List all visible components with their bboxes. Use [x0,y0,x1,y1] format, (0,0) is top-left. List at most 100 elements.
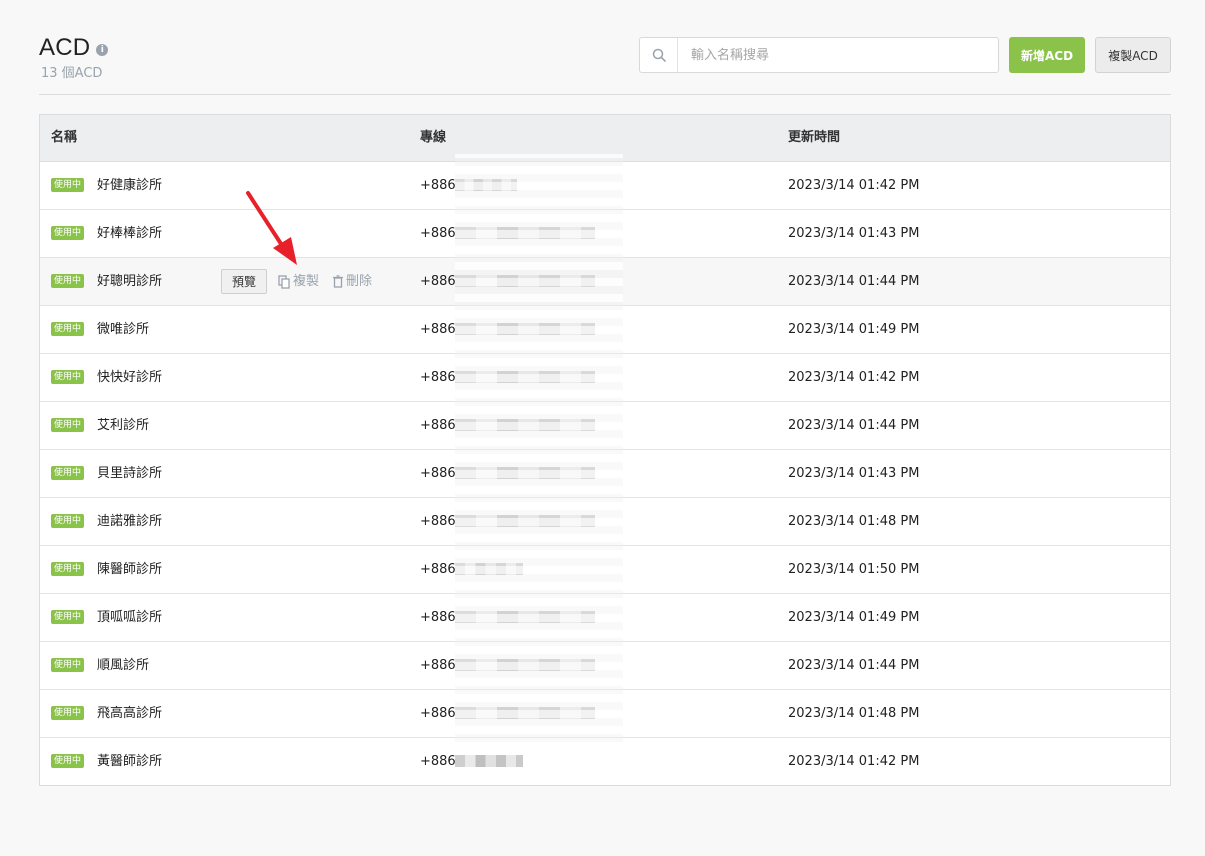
table-row[interactable]: 使用中 陳醫師診所 +886 2023/3/14 01:50 PM [40,546,1170,594]
acd-name[interactable]: 順風診所 [97,642,149,689]
line-prefix: +886 [420,658,456,673]
acd-name[interactable]: 陳醫師診所 [97,546,162,593]
updated-time: 2023/3/14 01:49 PM [788,610,920,625]
line-prefix: +886 [420,466,456,481]
status-badge: 使用中 [51,562,85,576]
line-prefix: +886 [420,706,456,721]
redacted-number [455,275,595,287]
status-badge: 使用中 [51,322,85,336]
delete-action[interactable]: 刪除 [332,258,372,305]
acd-name[interactable]: 微唯診所 [97,306,149,353]
table-row[interactable]: 使用中 頂呱呱診所 +886 2023/3/14 01:49 PM [40,594,1170,642]
acd-name[interactable]: 黃醫師診所 [97,738,162,785]
table-row[interactable]: 使用中 好健康診所 +886 2023/3/14 01:42 PM [40,162,1170,210]
status-badge: 使用中 [51,178,85,192]
redacted-number [455,179,517,191]
table-row[interactable]: 使用中 艾利診所 +886 2023/3/14 01:44 PM [40,402,1170,450]
search-box[interactable] [639,37,999,73]
redacted-number [455,467,595,479]
redacted-number [455,227,595,239]
acd-name[interactable]: 好棒棒診所 [97,210,162,257]
line-prefix: +886 [420,274,456,289]
trash-icon [333,275,343,288]
search-icon [640,38,678,72]
redacted-number [455,707,595,719]
column-header-updated[interactable]: 更新時間 [788,115,840,161]
search-input[interactable] [689,46,983,64]
delete-label: 刪除 [346,274,373,289]
redacted-number [455,419,595,431]
updated-time: 2023/3/14 01:50 PM [788,562,920,577]
updated-time: 2023/3/14 01:43 PM [788,226,920,241]
page-title: ACD [39,34,91,61]
updated-time: 2023/3/14 01:44 PM [788,658,920,673]
updated-time: 2023/3/14 01:44 PM [788,274,920,289]
acd-name[interactable]: 快快好診所 [97,354,162,401]
preview-button[interactable]: 預覽 [221,269,267,294]
table-row[interactable]: 使用中 快快好診所 +886 2023/3/14 01:42 PM [40,354,1170,402]
status-badge: 使用中 [51,658,85,672]
line-prefix: +886 [420,562,456,577]
line-prefix: +886 [420,226,456,241]
updated-time: 2023/3/14 01:48 PM [788,514,920,529]
table-row[interactable]: 使用中 迪諾雅診所 +886 2023/3/14 01:48 PM [40,498,1170,546]
redacted-number [455,563,523,575]
updated-time: 2023/3/14 01:43 PM [788,466,920,481]
status-badge: 使用中 [51,226,85,240]
column-header-name[interactable]: 名稱 [51,115,77,161]
acd-name[interactable]: 艾利診所 [97,402,149,449]
acd-name[interactable]: 飛高高診所 [97,690,162,737]
acd-name[interactable]: 頂呱呱診所 [97,594,162,641]
acd-name[interactable]: 貝里詩診所 [97,450,162,497]
table-row[interactable]: 使用中 順風診所 +886 2023/3/14 01:44 PM [40,642,1170,690]
copy-icon [278,274,290,289]
line-prefix: +886 [420,418,456,433]
acd-name[interactable]: 好健康診所 [97,162,162,209]
updated-time: 2023/3/14 01:42 PM [788,754,920,769]
status-badge: 使用中 [51,418,85,432]
table-row[interactable]: 使用中 黃醫師診所 +886 2023/3/14 01:42 PM [40,738,1170,785]
table-header: 名稱 專線 更新時間 [40,115,1170,162]
acd-table: 名稱 專線 更新時間 使用中 好健康診所 +886 2023/3/14 01:42 P… [39,114,1171,786]
updated-time: 2023/3/14 01:49 PM [788,322,920,337]
line-prefix: +886 [420,610,456,625]
page-header: ACD i 13 個ACD 新增ACD 複製ACD [39,34,1171,95]
acd-name[interactable]: 迪諾雅診所 [97,498,162,545]
table-row[interactable]: 使用中 好棒棒診所 +886 2023/3/14 01:43 PM [40,210,1170,258]
copy-acd-button[interactable]: 複製ACD [1095,37,1171,73]
column-header-line[interactable]: 專線 [420,115,446,161]
acd-count: 13 個ACD [41,66,103,81]
table-row[interactable]: 使用中 微唯診所 +886 2023/3/14 01:49 PM [40,306,1170,354]
updated-time: 2023/3/14 01:48 PM [788,706,920,721]
redacted-number [455,323,595,335]
redacted-number [455,371,595,383]
table-row[interactable]: 使用中 好聰明診所 預覽 複製 刪除 +886 2023/3/14 01:44 PM [40,258,1170,306]
status-badge: 使用中 [51,466,85,480]
updated-time: 2023/3/14 01:44 PM [788,418,920,433]
redacted-number [455,755,523,767]
table-row[interactable]: 使用中 貝里詩診所 +886 2023/3/14 01:43 PM [40,450,1170,498]
status-badge: 使用中 [51,274,85,288]
add-acd-button[interactable]: 新增ACD [1009,37,1085,73]
line-prefix: +886 [420,370,456,385]
status-badge: 使用中 [51,610,85,624]
title-row: ACD i [39,34,109,62]
line-prefix: +886 [420,754,456,769]
status-badge: 使用中 [51,754,85,768]
redacted-number [455,515,595,527]
table-body: 使用中 好健康診所 +886 2023/3/14 01:42 PM 使用中 好棒棒診所 +8… [40,162,1170,785]
acd-name[interactable]: 好聰明診所 [97,258,162,305]
status-badge: 使用中 [51,370,85,384]
line-prefix: +886 [420,178,456,193]
copy-label: 複製 [293,274,320,289]
info-icon[interactable]: i [96,44,109,56]
copy-action[interactable]: 複製 [278,258,319,305]
table-row[interactable]: 使用中 飛高高診所 +886 2023/3/14 01:48 PM [40,690,1170,738]
updated-time: 2023/3/14 01:42 PM [788,178,920,193]
redacted-number [455,611,595,623]
status-badge: 使用中 [51,514,85,528]
line-prefix: +886 [420,322,456,337]
updated-time: 2023/3/14 01:42 PM [788,370,920,385]
line-prefix: +886 [420,514,456,529]
status-badge: 使用中 [51,706,85,720]
